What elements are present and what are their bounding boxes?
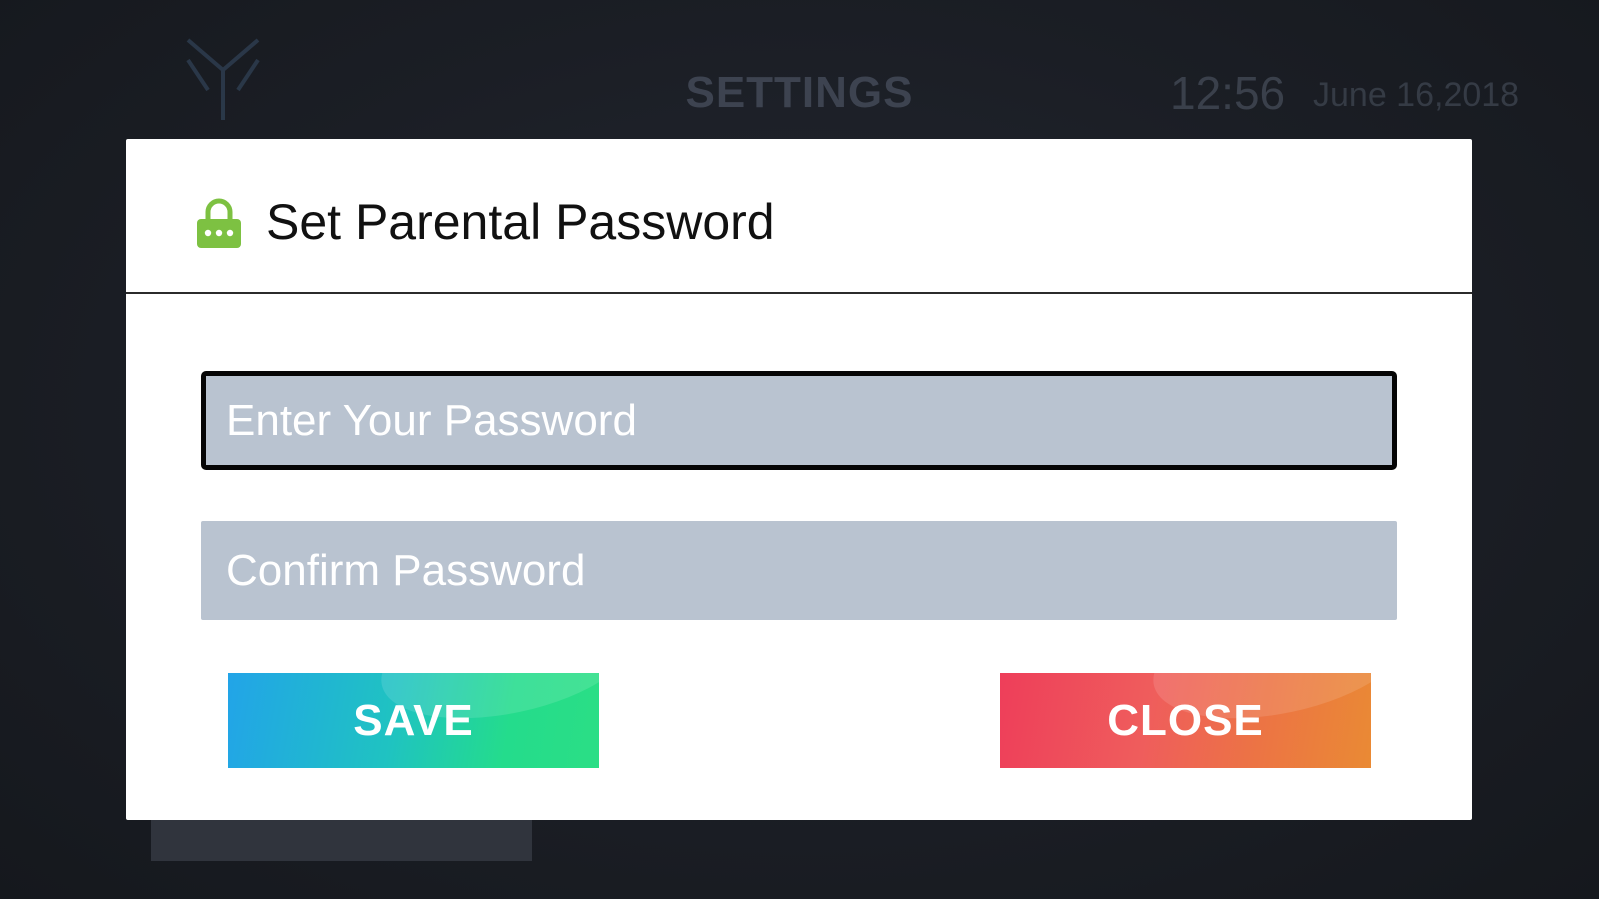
dialog-header: Set Parental Password	[126, 139, 1472, 294]
confirm-password-input[interactable]	[201, 521, 1397, 620]
clock-time: 12:56	[1170, 67, 1286, 119]
save-button-label: SAVE	[353, 695, 474, 745]
lock-icon	[197, 198, 241, 248]
save-button[interactable]: SAVE	[228, 673, 599, 768]
dialog-title: Set Parental Password	[266, 194, 775, 250]
password-input[interactable]	[201, 371, 1397, 470]
close-button-label: CLOSE	[1107, 695, 1264, 745]
app-screen: SETTINGS 12:56 June 16,2018 Set Parental…	[0, 0, 1599, 899]
close-button[interactable]: CLOSE	[1000, 673, 1371, 768]
clock-date: June 16,2018	[1313, 76, 1520, 114]
parental-password-dialog: Set Parental Password SAVE CLOSE	[126, 139, 1472, 820]
